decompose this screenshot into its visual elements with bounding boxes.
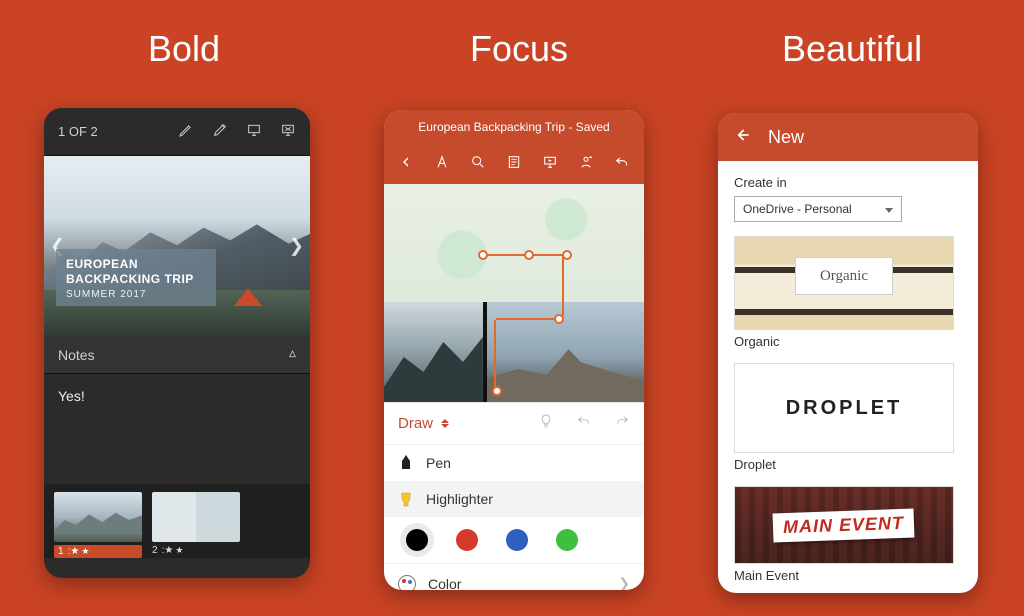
menu-color-label: Color — [428, 576, 461, 591]
menu-color[interactable]: Color ❯ — [384, 563, 644, 590]
slide-canvas[interactable] — [384, 184, 644, 402]
template-droplet-caption: Droplet — [734, 457, 962, 472]
map-image — [384, 184, 644, 302]
slide-counter: 1 OF 2 — [58, 124, 98, 139]
draw-panel: Draw Pen Highlighter — [384, 402, 644, 590]
swatch-blue[interactable] — [506, 529, 528, 551]
pen-tool-icon — [398, 455, 414, 471]
updown-icon — [441, 419, 449, 428]
photo-left — [384, 302, 483, 402]
heading-focus: Focus — [470, 28, 568, 70]
route-node[interactable] — [492, 386, 502, 396]
route-node[interactable] — [478, 250, 488, 260]
route-node[interactable] — [524, 250, 534, 260]
phone-new-view: New Create in OneDrive - Personal Organi… — [718, 113, 978, 593]
template-organic-preview-text: Organic — [795, 257, 893, 295]
template-mainevent-preview-text: MAIN EVENT — [773, 508, 915, 542]
back-icon[interactable] — [398, 154, 414, 175]
thumbnail-2[interactable]: 2 :★ — [152, 492, 240, 558]
collapse-notes-icon[interactable]: ▿ — [289, 346, 296, 363]
text-format-icon[interactable] — [434, 154, 450, 175]
notes-header[interactable]: Notes ▿ — [44, 336, 310, 374]
tool-pen[interactable]: Pen — [384, 445, 644, 481]
panel-selector[interactable]: Draw — [398, 415, 449, 432]
chevron-right-icon: ❯ — [618, 575, 630, 590]
template-droplet-preview-text: DROPLET — [786, 397, 903, 420]
new-page-titlebar: New — [718, 113, 978, 161]
end-show-icon[interactable] — [280, 122, 296, 141]
slide-title: EUROPEAN BACKPACKING TRIP — [66, 257, 206, 286]
create-in-value: OneDrive - Personal — [743, 202, 852, 216]
tool-pen-label: Pen — [426, 455, 451, 471]
editor-toolbar — [384, 144, 644, 184]
current-slide-preview[interactable]: ❮ ❯ EUROPEAN BACKPACKING TRIP SUMMER 201… — [44, 156, 310, 336]
color-swatches — [384, 517, 644, 563]
present-icon[interactable] — [542, 154, 558, 175]
tool-highlighter-label: Highlighter — [426, 491, 493, 507]
hint-icon[interactable] — [538, 413, 554, 434]
thumb-1-index: 1 — [58, 546, 64, 557]
panel-name: Draw — [398, 415, 433, 432]
share-icon[interactable] — [578, 154, 594, 175]
panel-undo-icon[interactable] — [576, 413, 592, 434]
blank-screen-icon[interactable] — [246, 122, 262, 141]
page-title: New — [768, 127, 804, 148]
template-mainevent-caption: Main Event — [734, 568, 962, 583]
swatch-red[interactable] — [456, 529, 478, 551]
pen-icon[interactable] — [178, 122, 194, 141]
next-slide-button[interactable]: ❯ — [289, 236, 304, 257]
slide-subtitle: SUMMER 2017 — [66, 289, 206, 300]
heading-bold: Bold — [148, 28, 220, 70]
ink-style-icon[interactable] — [212, 122, 228, 141]
presenter-topbar: 1 OF 2 — [44, 108, 310, 156]
heading-beautiful: Beautiful — [782, 28, 922, 70]
notes-label: Notes — [58, 347, 95, 363]
template-organic[interactable]: Organic Organic — [734, 236, 962, 349]
template-droplet[interactable]: DROPLET Droplet — [734, 363, 962, 472]
route-node[interactable] — [562, 250, 572, 260]
back-icon[interactable] — [732, 125, 752, 150]
template-mainevent[interactable]: MAIN EVENT Main Event — [734, 486, 962, 583]
highlighter-tool-icon — [398, 491, 414, 507]
photo-right — [487, 302, 644, 402]
panel-redo-icon[interactable] — [614, 413, 630, 434]
thumb-1-star-icon: :★ — [68, 546, 90, 557]
thumb-2-star-icon: :★ — [162, 545, 184, 556]
slide-title-overlay: EUROPEAN BACKPACKING TRIP SUMMER 2017 — [56, 249, 216, 306]
thumbnail-1[interactable]: 1 :★ — [54, 492, 142, 558]
phone-editor-view: European Backpacking Trip - Saved — [384, 110, 644, 590]
search-icon[interactable] — [470, 154, 486, 175]
create-in-select[interactable]: OneDrive - Personal — [734, 196, 902, 222]
route-node[interactable] — [554, 314, 564, 324]
phone-presenter-view: 1 OF 2 ❮ ❯ EUROPEAN BACKPACKING TRIP SUM… — [44, 108, 310, 578]
notes-body[interactable]: Yes! — [44, 374, 310, 484]
swatch-black[interactable] — [406, 529, 428, 551]
create-in-label: Create in — [734, 175, 962, 190]
slide-thumbnails: 1 :★ 2 :★ — [44, 484, 310, 558]
palette-icon — [398, 575, 416, 591]
thumb-2-index: 2 — [152, 545, 158, 556]
chevron-down-icon — [885, 202, 893, 216]
reading-view-icon[interactable] — [506, 154, 522, 175]
presenter-toolbar — [178, 122, 296, 141]
tool-highlighter[interactable]: Highlighter — [384, 481, 644, 517]
undo-icon[interactable] — [614, 154, 630, 175]
template-organic-caption: Organic — [734, 334, 962, 349]
swatch-green[interactable] — [556, 529, 578, 551]
document-title: European Backpacking Trip - Saved — [384, 110, 644, 144]
